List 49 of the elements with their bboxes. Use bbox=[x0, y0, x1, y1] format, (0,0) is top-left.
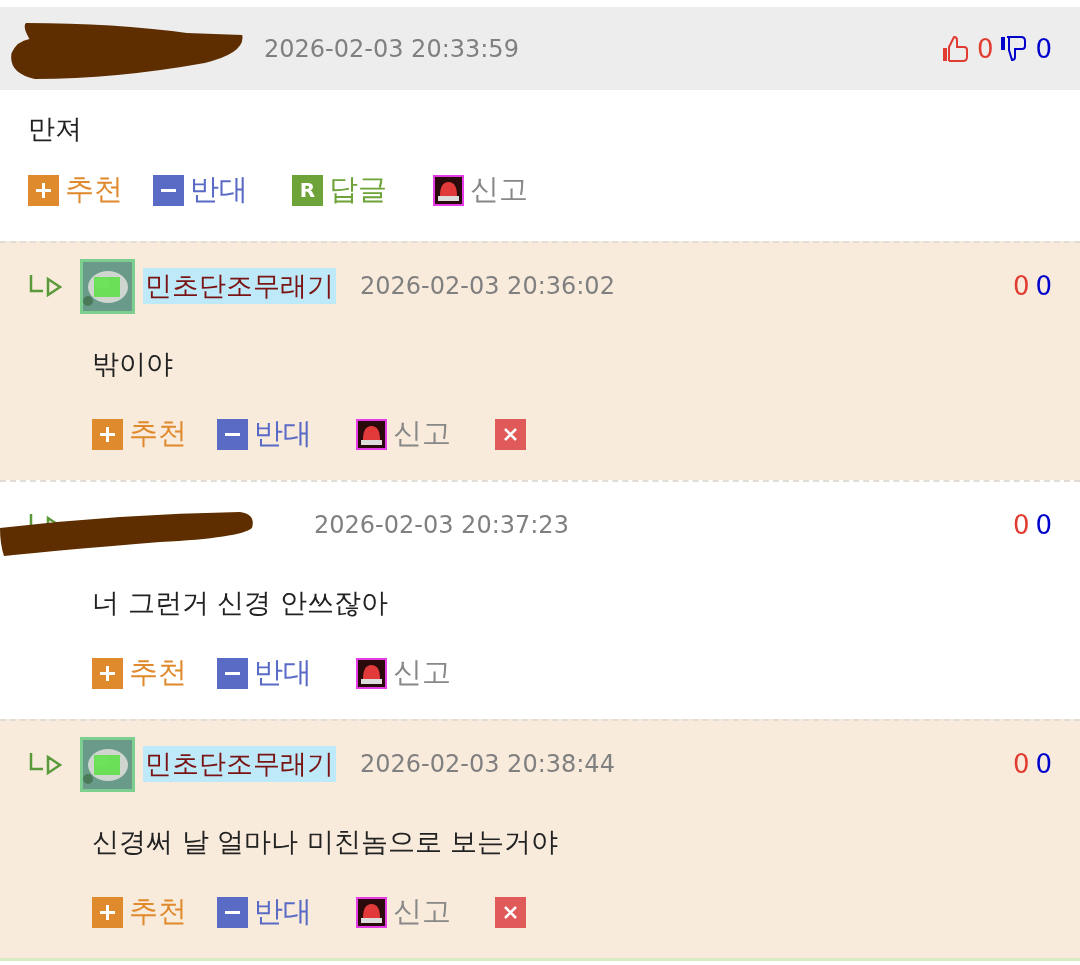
reply-arrow-icon bbox=[28, 751, 64, 777]
siren-icon bbox=[356, 896, 387, 928]
comment-date: 2026-02-03 20:36:02 bbox=[360, 272, 615, 300]
reply-arrow-icon bbox=[28, 273, 64, 299]
downvote-count: 0 bbox=[1035, 749, 1052, 779]
minus-icon bbox=[217, 657, 248, 689]
reply-icon: R bbox=[292, 174, 323, 206]
author-name[interactable]: 민초단조무래기 bbox=[143, 746, 336, 782]
siren-icon bbox=[356, 657, 387, 689]
oppose-link[interactable]: 반대 bbox=[153, 170, 248, 210]
report-link[interactable]: 신고 bbox=[356, 653, 451, 693]
upvote-count: 0 bbox=[1012, 271, 1030, 301]
plus-icon bbox=[92, 418, 123, 450]
minus-icon bbox=[217, 896, 248, 928]
comment-text: 밖이야 bbox=[91, 347, 174, 381]
oppose-link[interactable]: 반대 bbox=[217, 892, 312, 932]
report-link[interactable]: 신고 bbox=[433, 170, 528, 210]
recommend-link[interactable]: 추천 bbox=[28, 170, 123, 210]
delete-icon[interactable] bbox=[495, 418, 526, 450]
oppose-link[interactable]: 반대 bbox=[217, 414, 312, 454]
reply-link[interactable]: R 답글 bbox=[292, 170, 387, 210]
thumbs-up-icon[interactable] bbox=[940, 33, 971, 64]
comment-text: 너 그런거 신경 안쓰잖아 bbox=[91, 586, 389, 620]
siren-icon bbox=[356, 418, 387, 450]
delete-icon[interactable] bbox=[495, 896, 526, 928]
downvote-count: 0 bbox=[1035, 510, 1052, 540]
comment-date: 2026-02-03 20:33:59 bbox=[264, 34, 519, 63]
plus-icon bbox=[28, 174, 59, 206]
plus-icon bbox=[92, 896, 123, 928]
comment-date: 2026-02-03 20:38:44 bbox=[360, 750, 615, 778]
siren-icon bbox=[433, 174, 464, 206]
upvote-count: 0 bbox=[1012, 510, 1030, 540]
plus-icon bbox=[92, 657, 123, 689]
upvote-count: 0 bbox=[976, 33, 994, 64]
upvote-count: 0 bbox=[1012, 749, 1030, 779]
comment-text: 신경써 날 얼마나 미친놈으로 보는거야 bbox=[91, 825, 560, 859]
minus-icon bbox=[217, 418, 248, 450]
recommend-link[interactable]: 추천 bbox=[92, 892, 187, 932]
comment-text: 만져 bbox=[27, 112, 83, 146]
recommend-link[interactable]: 추천 bbox=[92, 414, 187, 454]
comment-date: 2026-02-03 20:37:23 bbox=[314, 511, 569, 539]
downvote-count: 0 bbox=[1035, 271, 1052, 301]
report-link[interactable]: 신고 bbox=[356, 414, 451, 454]
author-name[interactable]: 민초단조무래기 bbox=[143, 268, 336, 304]
recommend-link[interactable]: 추천 bbox=[92, 653, 187, 693]
minus-icon bbox=[153, 174, 184, 206]
report-link[interactable]: 신고 bbox=[356, 892, 451, 932]
oppose-link[interactable]: 반대 bbox=[217, 653, 312, 693]
downvote-count: 0 bbox=[1035, 33, 1052, 64]
